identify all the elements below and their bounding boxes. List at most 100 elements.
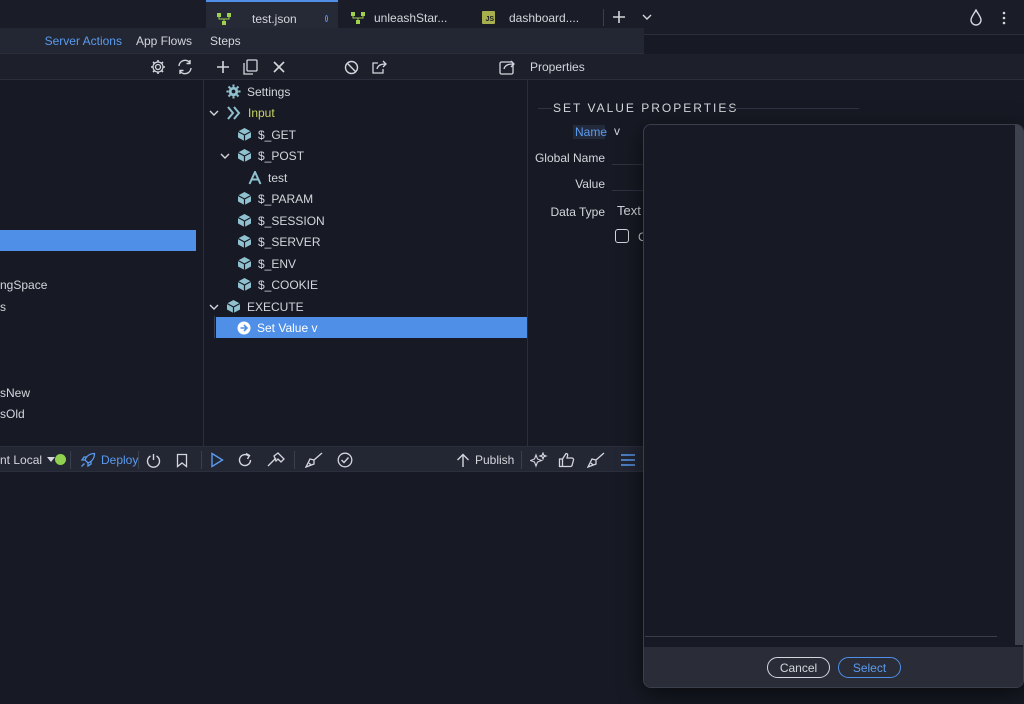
gear-icon bbox=[226, 84, 241, 99]
tab-divider bbox=[603, 9, 604, 26]
run-play-icon[interactable] bbox=[210, 447, 224, 473]
tab-label: unleashStar... bbox=[374, 10, 448, 25]
toolbar-separator bbox=[521, 451, 522, 469]
chevron-down-icon[interactable] bbox=[208, 301, 220, 313]
server-actions-link[interactable]: Server Actions bbox=[45, 34, 122, 48]
disable-icon[interactable] bbox=[344, 60, 359, 75]
broom-icon[interactable] bbox=[587, 447, 605, 473]
bookmark-icon[interactable] bbox=[176, 447, 188, 473]
publish-button[interactable]: Publish bbox=[456, 447, 514, 473]
tree-item-cookie[interactable]: $_COOKIE bbox=[237, 274, 318, 295]
data-type-select[interactable]: Text bbox=[617, 203, 641, 218]
left-list-selected-row[interactable] bbox=[0, 230, 196, 251]
tree-item-set-value[interactable]: Set Value v bbox=[216, 317, 527, 338]
tree-item-settings[interactable]: Settings bbox=[226, 81, 290, 102]
target-select[interactable]: nt Local bbox=[0, 447, 56, 473]
tree-label: $_ENV bbox=[258, 256, 297, 271]
check-circle-icon[interactable] bbox=[337, 447, 353, 473]
tree-label: $_PARAM bbox=[258, 191, 314, 206]
deploy-label: Deploy bbox=[101, 453, 139, 467]
dialog-scrollbar[interactable] bbox=[1015, 125, 1023, 645]
tree-item-post[interactable]: $_POST bbox=[219, 145, 304, 166]
value-input[interactable] bbox=[612, 190, 644, 191]
tree-item-param[interactable]: $_PARAM bbox=[237, 188, 313, 209]
properties-title: Properties bbox=[530, 59, 585, 74]
status-dot bbox=[55, 454, 66, 465]
toolbar-separator bbox=[294, 451, 295, 469]
left-list-item[interactable]: sNew bbox=[0, 386, 30, 400]
copy-icon[interactable] bbox=[243, 59, 258, 75]
text-type-icon bbox=[248, 170, 262, 185]
steps-tree: Settings Input $_GET $_POST test $_PARAM… bbox=[204, 80, 528, 446]
chevron-down-icon[interactable] bbox=[219, 150, 231, 162]
cube-icon bbox=[237, 256, 252, 271]
publish-label: Publish bbox=[475, 453, 515, 467]
tree-label: $_SERVER bbox=[258, 234, 321, 249]
global-name-input[interactable] bbox=[612, 164, 644, 165]
tree-label: $_POST bbox=[258, 148, 305, 163]
reload-icon[interactable] bbox=[237, 447, 253, 473]
tab-label: dashboard.... bbox=[509, 10, 580, 25]
menu-lines-icon[interactable] bbox=[620, 447, 636, 473]
tree-label: $_GET bbox=[258, 127, 297, 142]
tree-item-input[interactable]: Input bbox=[208, 102, 275, 123]
dialog-divider bbox=[645, 636, 997, 637]
delete-x-icon[interactable] bbox=[273, 61, 285, 73]
power-icon[interactable] bbox=[146, 447, 161, 473]
arrow-up-icon bbox=[456, 453, 470, 468]
hammer-icon[interactable] bbox=[266, 447, 286, 473]
toolbar-separator bbox=[138, 451, 139, 469]
broom-icon[interactable] bbox=[305, 447, 323, 473]
share-icon[interactable] bbox=[499, 59, 516, 75]
cube-icon bbox=[237, 213, 252, 228]
left-panel-list: ngSpace s sNew sOld bbox=[0, 80, 204, 446]
properties-header: Properties bbox=[528, 54, 1024, 80]
new-tab-plus-icon[interactable] bbox=[612, 10, 626, 24]
name-input[interactable]: v bbox=[614, 124, 620, 138]
tree-guide-line bbox=[214, 316, 215, 338]
add-step-plus-icon[interactable] bbox=[216, 60, 230, 74]
tree-item-test[interactable]: test bbox=[248, 167, 287, 188]
export-icon[interactable] bbox=[372, 60, 388, 74]
more-vertical-icon[interactable] bbox=[1001, 11, 1007, 25]
checkbox[interactable] bbox=[615, 229, 629, 243]
tree-item-execute[interactable]: EXECUTE bbox=[208, 296, 304, 317]
steps-toolbar bbox=[204, 54, 528, 80]
select-button[interactable]: Select bbox=[838, 657, 901, 678]
gear-icon[interactable] bbox=[150, 59, 166, 75]
cube-icon bbox=[237, 148, 252, 163]
tree-label: $_SESSION bbox=[258, 213, 325, 228]
target-label: nt Local bbox=[0, 453, 43, 467]
deploy-button[interactable]: Deploy bbox=[80, 447, 138, 473]
global-name-label: Global Name bbox=[534, 151, 605, 165]
cancel-button[interactable]: Cancel bbox=[767, 657, 830, 678]
tree-label: $_COOKIE bbox=[258, 277, 319, 292]
tree-label: Input bbox=[248, 105, 275, 120]
tree-item-server[interactable]: $_SERVER bbox=[237, 231, 320, 252]
sparkle-icon[interactable] bbox=[530, 447, 548, 473]
rocket-icon bbox=[80, 452, 96, 468]
left-list-item[interactable]: s bbox=[0, 300, 6, 314]
cube-icon bbox=[237, 191, 252, 206]
refresh-icon[interactable] bbox=[176, 59, 194, 75]
toolbar-separator bbox=[70, 451, 71, 469]
app-flows-link[interactable]: App Flows bbox=[136, 34, 192, 48]
left-list-item[interactable]: ngSpace bbox=[0, 278, 47, 292]
tree-label: EXECUTE bbox=[247, 299, 304, 314]
input-chevrons-icon bbox=[226, 105, 242, 120]
tree-item-env[interactable]: $_ENV bbox=[237, 253, 296, 274]
section-rule-right bbox=[722, 108, 859, 109]
cube-icon bbox=[237, 277, 252, 292]
dialog-content-area[interactable] bbox=[644, 125, 1016, 636]
chevron-down-icon[interactable] bbox=[208, 107, 220, 119]
toolbar-separator bbox=[201, 451, 202, 469]
thumbs-up-icon[interactable] bbox=[558, 447, 575, 473]
drop-icon[interactable] bbox=[969, 9, 983, 26]
left-list-item[interactable]: sOld bbox=[0, 407, 25, 421]
caret-down-icon bbox=[47, 457, 56, 463]
section-rule-left bbox=[538, 108, 552, 109]
tree-label: Settings bbox=[247, 84, 291, 99]
tab-list-chevron-down-icon[interactable] bbox=[642, 13, 652, 21]
tree-item-session[interactable]: $_SESSION bbox=[237, 210, 325, 231]
tree-item-get[interactable]: $_GET bbox=[237, 124, 296, 145]
